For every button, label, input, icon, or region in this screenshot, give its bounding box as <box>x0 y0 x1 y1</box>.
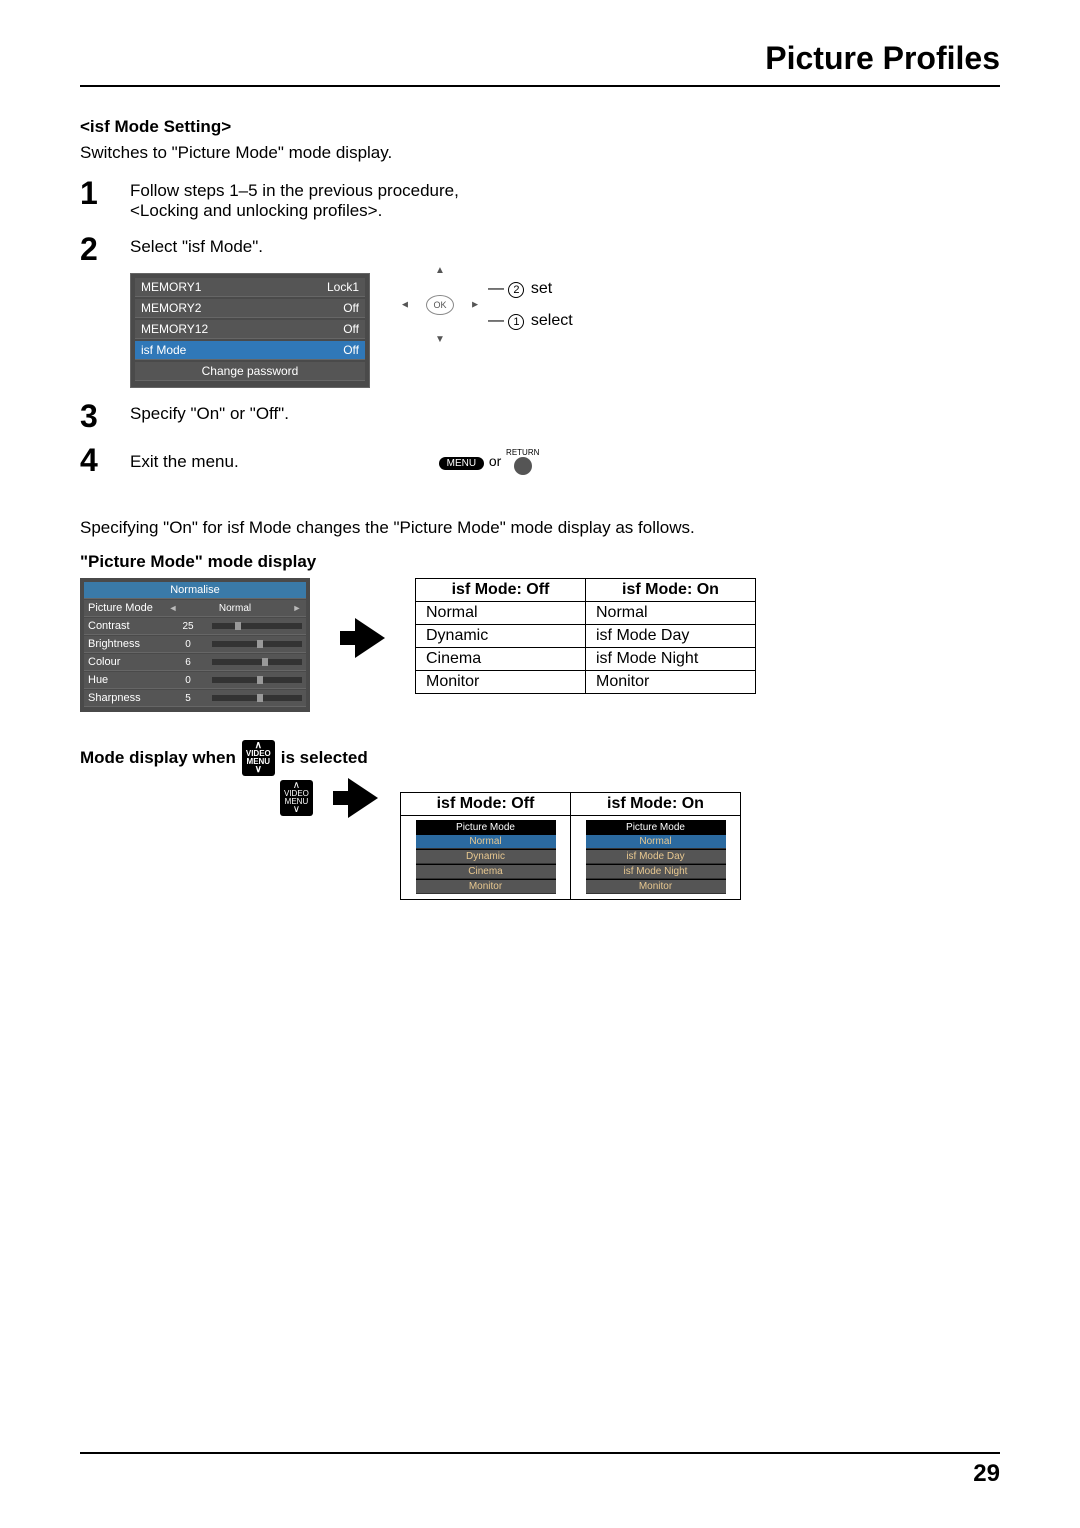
step-4-number: 4 <box>80 444 110 476</box>
video-menu-chip-icon-2: ∧ VIDEO MENU ∨ <box>280 780 313 816</box>
return-button-icon: RETURN <box>506 448 539 475</box>
dpad-control: ▲ ▼ ◄ ► OK — 2 set — 1 select <box>400 265 573 345</box>
intro-text: Switches to "Picture Mode" mode display. <box>80 143 1000 163</box>
step-2-number: 2 <box>80 233 110 265</box>
dpad-select-label: — 1 select <box>488 312 573 330</box>
step-4: 4 Exit the menu. MENU or RETURN <box>80 444 1000 476</box>
memory-row-2: MEMORY2 Off <box>135 299 365 318</box>
cmp-head-on: isf Mode: On <box>586 579 756 602</box>
menu-button-icon: MENU <box>439 457 484 470</box>
vm-head-off: isf Mode: Off <box>401 793 571 816</box>
step-3-text: Specify "On" or "Off". <box>130 400 1000 424</box>
dpad-right-icon: ► <box>470 300 480 311</box>
memory-row-1: MEMORY1 Lock1 <box>135 278 365 297</box>
pm-normalise: Normalise <box>84 582 306 599</box>
video-menu-mode-heading: Mode display when ∧ VIDEO MENU ∨ is sele… <box>80 740 1000 776</box>
pm-hue: Hue 0 <box>84 672 306 689</box>
memory-row-change-password: Change password <box>135 362 365 381</box>
picture-mode-menu: Normalise Picture Mode ◄ Normal ► Contra… <box>80 578 310 712</box>
pm-brightness: Brightness 0 <box>84 636 306 653</box>
step-4-text: Exit the menu. <box>130 452 239 472</box>
vm-head-on: isf Mode: On <box>571 793 741 816</box>
dpad-left-icon: ◄ <box>400 300 410 311</box>
osd-off-list: Picture Mode Normal Dynamic Cinema Monit… <box>416 820 556 894</box>
step-1-line-b: <Locking and unlocking profiles>. <box>130 201 1000 221</box>
pm-picture-mode: Picture Mode ◄ Normal ► <box>84 600 306 617</box>
dpad-down-icon: ▼ <box>435 334 445 345</box>
step-3-number: 3 <box>80 400 110 432</box>
exit-control: MENU or RETURN <box>439 448 540 475</box>
pm-sharpness: Sharpness 5 <box>84 690 306 707</box>
step-1-line-a: Follow steps 1–5 in the previous procedu… <box>130 181 1000 201</box>
page-title: Picture Profiles <box>80 40 1000 87</box>
arrow-right-icon-2 <box>333 778 378 818</box>
osd-on-list: Picture Mode Normal isf Mode Day isf Mod… <box>586 820 726 894</box>
cmp-head-off: isf Mode: Off <box>416 579 586 602</box>
memory-row-isf-mode: isf Mode Off <box>135 341 365 360</box>
isf-mode-setting-heading: <isf Mode Setting> <box>80 117 1000 137</box>
memory-row-12: MEMORY12 Off <box>135 320 365 339</box>
dpad-ok-button: OK <box>426 295 454 315</box>
arrow-right-icon <box>340 618 385 658</box>
isf-mode-comparison-table: isf Mode: Off isf Mode: On NormalNormal … <box>415 578 756 694</box>
dpad-set-label: — 2 set <box>488 280 573 298</box>
dpad-up-icon: ▲ <box>435 265 445 276</box>
pm-colour: Colour 6 <box>84 654 306 671</box>
step-1: 1 Follow steps 1–5 in the previous proce… <box>80 177 1000 221</box>
pm-contrast: Contrast 25 <box>84 618 306 635</box>
step-1-number: 1 <box>80 177 110 209</box>
memory-menu: MEMORY1 Lock1 MEMORY2 Off MEMORY12 Off i… <box>130 273 370 388</box>
step-3: 3 Specify "On" or "Off". <box>80 400 1000 432</box>
video-menu-comparison-table: isf Mode: Off isf Mode: On Picture Mode … <box>400 792 741 900</box>
picture-mode-display-heading: "Picture Mode" mode display <box>80 552 1000 572</box>
step-2-text: Select "isf Mode". <box>130 237 1000 257</box>
page-number: 29 <box>80 1452 1000 1488</box>
video-menu-arrow-group: ∧ VIDEO MENU ∨ <box>280 778 378 818</box>
step-2: 2 Select "isf Mode". MEMORY1 Lock1 MEMOR… <box>80 233 1000 388</box>
mid-explanation: Specifying "On" for isf Mode changes the… <box>80 518 1000 538</box>
video-menu-chip-icon: ∧ VIDEO MENU ∨ <box>242 740 275 776</box>
